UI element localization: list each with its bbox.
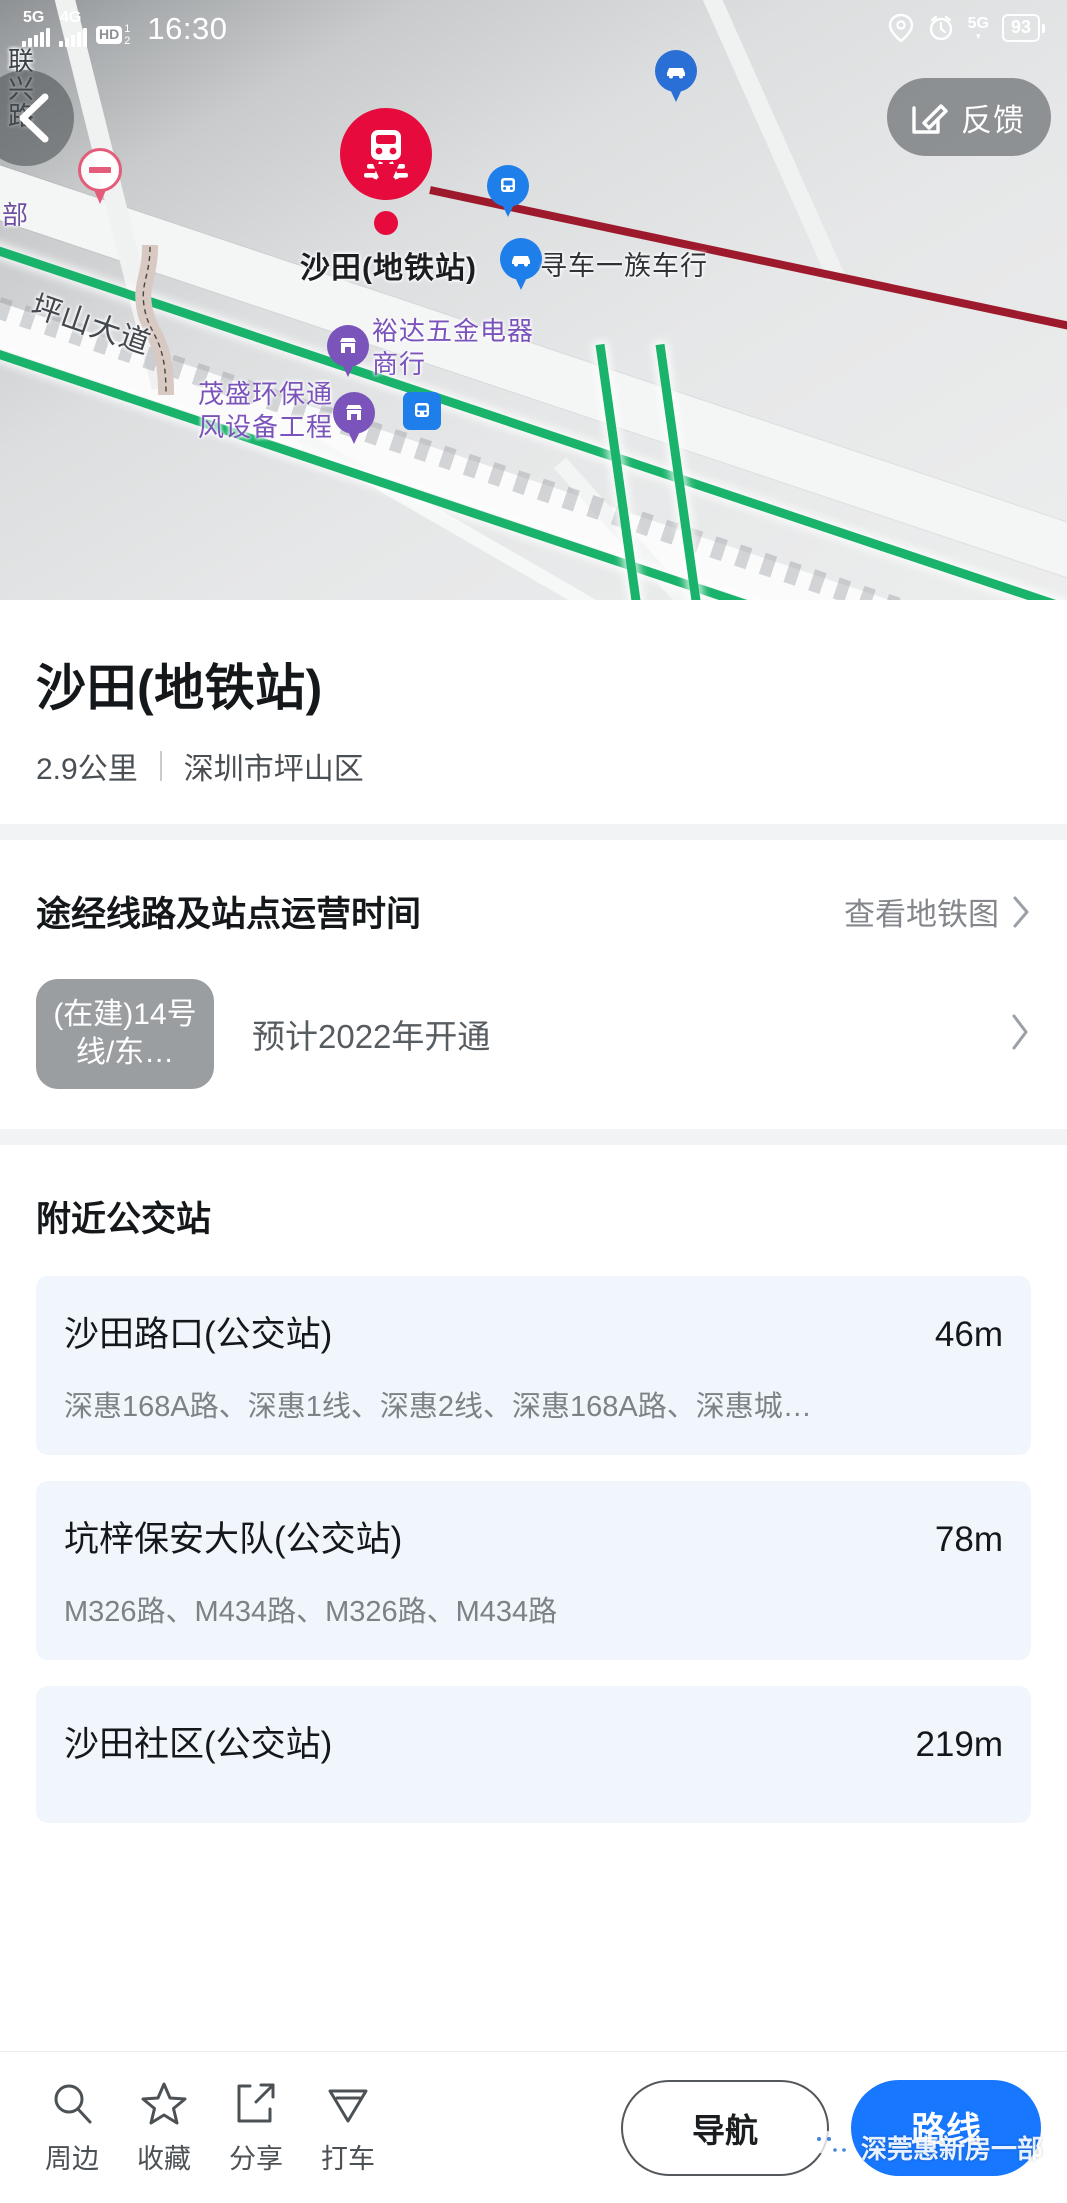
map-label-bike-shop: 寻车一族车行 — [540, 251, 708, 281]
signal-sim2-network: 4G — [60, 8, 82, 26]
data-network-label: 5G — [967, 14, 989, 32]
shop-pin-icon-hardware[interactable] — [327, 325, 369, 379]
battery-level: 93 — [1001, 14, 1040, 42]
map-label-fragment: 部 — [2, 200, 30, 230]
hd-badge: HD — [96, 26, 123, 44]
signal-sim1: 5G — [22, 8, 50, 47]
bus-station-name: 坑梓保安大队(公交站) — [64, 1520, 403, 1559]
bus-station-name: 沙田路口(公交站) — [64, 1315, 333, 1354]
view-metro-map-label: 查看地铁图 — [844, 897, 999, 932]
poi-distance: 2.9公里 — [36, 753, 138, 786]
star-icon — [141, 2082, 187, 2125]
lines-section-title: 途经线路及站点运营时间 — [36, 895, 422, 934]
chevron-left-icon — [19, 93, 49, 143]
section-divider-1 — [0, 824, 1067, 840]
bus-item-header: 沙田路口(公交站) 46m — [64, 1306, 1003, 1357]
bus-stop-square-icon[interactable] — [403, 392, 441, 430]
map-canvas[interactable]: 联兴路 部 坪山大道 沙田(地铁站) 寻车一族车行 裕达五金电器商行 茂盛环保通… — [0, 0, 1067, 600]
nearby-bus-list: 沙田路口(公交站) 46m 深惠168A路、深惠1线、深惠2线、深惠168A路、… — [36, 1242, 1031, 1823]
metro-line-status: 预计2022年开通 — [252, 1018, 491, 1055]
location-pin-icon — [888, 13, 913, 43]
nearby-bus-title: 附近公交站 — [36, 1200, 212, 1239]
lines-section-header: 途经线路及站点运营时间 查看地铁图 — [36, 840, 1031, 937]
signal-bars-icon-1 — [22, 27, 50, 47]
hd-sim2-number: 2 — [124, 34, 131, 47]
status-bar-right: 5G ▾ 93 — [888, 13, 1045, 43]
search-icon — [54, 2084, 92, 2124]
bottom-item-label: 打车 — [321, 2144, 375, 2174]
map-label-metro-station: 沙田(地铁站) — [300, 252, 477, 285]
bike-shop-pin-icon[interactable] — [500, 238, 542, 292]
section-divider-2 — [0, 1129, 1067, 1145]
route-button[interactable]: 路线 深莞惠新房一部 — [810, 2079, 1043, 2176]
chevron-right-icon — [1012, 1014, 1028, 1049]
bottom-item-nearby[interactable]: 周边 — [26, 2079, 118, 2176]
map-label-env-company: 茂盛环保通风设备工程 — [198, 379, 334, 442]
route-button-label: 路线 — [910, 2111, 981, 2150]
hd-sim-numbers: 1 2 — [124, 22, 131, 47]
list-item[interactable]: 沙田社区(公交站) 219m — [36, 1686, 1031, 1823]
bus-station-routes: 深惠168A路、深惠1线、深惠2线、深惠168A路、深惠城… — [64, 1391, 812, 1423]
bottom-action-bar: 周边 收藏 分享 打车 导航 路线 深莞惠新房一部 — [0, 2051, 1067, 2203]
shop-pin-icon-env[interactable] — [333, 392, 375, 446]
bottom-primary-actions: 导航 路线 深莞惠新房一部 — [621, 2079, 1043, 2176]
lines-section: 途经线路及站点运营时间 查看地铁图 (在建)14号线/东… 预计2022年开通 — [0, 840, 1067, 1129]
bottom-item-label: 分享 — [229, 2144, 283, 2174]
bus-station-routes: M326路、M434路、M326路、M434路 — [64, 1596, 558, 1628]
alarm-clock-icon — [929, 15, 952, 41]
data-arrows-icon: ▾ — [976, 30, 981, 41]
bus-stop-pin-icon[interactable] — [487, 165, 529, 219]
nearby-bus-section: 附近公交站 沙田路口(公交站) 46m 深惠168A路、深惠1线、深惠2线、深惠… — [0, 1145, 1067, 1823]
page-title: 沙田(地铁站) — [36, 660, 323, 716]
battery-indicator: 93 — [1001, 14, 1045, 42]
map-detail-screen: 联兴路 部 坪山大道 沙田(地铁站) 寻车一族车行 裕达五金电器商行 茂盛环保通… — [0, 0, 1067, 2203]
feedback-label: 反馈 — [961, 102, 1025, 138]
status-bar-left: 5G 4G HD 1 2 16:30 — [22, 8, 228, 47]
metro-line-row[interactable]: (在建)14号线/东… 预计2022年开通 — [36, 937, 1031, 1129]
bus-station-distance: 46m — [934, 1315, 1003, 1354]
subtitle-divider — [159, 751, 162, 781]
bottom-item-share[interactable]: 分享 — [210, 2079, 302, 2176]
detail-sheet: 沙田(地铁站) 2.9公里 深圳市坪山区 途经线路及站点运营时间 查看地铁图 (… — [0, 600, 1067, 2203]
car-service-pin-icon[interactable] — [655, 50, 697, 104]
battery-nub-icon — [1042, 23, 1045, 33]
bus-item-header: 坑梓保安大队(公交站) 78m — [64, 1511, 1003, 1562]
bus-item-header: 沙田社区(公交站) 219m — [64, 1716, 1003, 1767]
navigate-button[interactable]: 导航 — [621, 2079, 829, 2176]
poi-district: 深圳市坪山区 — [183, 753, 364, 786]
bottom-item-favorite[interactable]: 收藏 — [118, 2079, 210, 2176]
metro-station-pin-icon[interactable] — [340, 98, 432, 210]
chevron-right-icon — [1013, 896, 1029, 927]
bus-station-distance: 78m — [934, 1520, 1003, 1559]
bus-station-name: 沙田社区(公交站) — [64, 1725, 333, 1764]
bottom-item-label: 收藏 — [137, 2144, 191, 2174]
share-icon — [237, 2083, 275, 2123]
status-bar-clock: 16:30 — [147, 10, 228, 46]
view-metro-map-link[interactable]: 查看地铁图 — [844, 889, 1031, 934]
bottom-item-label: 周边 — [45, 2144, 99, 2174]
signal-sim1-network: 5G — [23, 8, 45, 26]
feedback-button[interactable]: 反馈 — [887, 78, 1051, 156]
metro-line-arrow — [1009, 1013, 1031, 1056]
hd-voice-icon: HD 1 2 — [96, 22, 131, 47]
metro-line-badge: (在建)14号线/东… — [36, 979, 214, 1089]
bottom-item-taxi[interactable]: 打车 — [302, 2079, 394, 2176]
list-item[interactable]: 沙田路口(公交站) 46m 深惠168A路、深惠1线、深惠2线、深惠168A路、… — [36, 1276, 1031, 1455]
status-bar: 5G 4G HD 1 2 16:30 5G ▾ 93 — [0, 0, 1067, 56]
poi-title-card: 沙田(地铁站) 2.9公里 深圳市坪山区 — [0, 600, 1067, 824]
data-network-indicator: 5G ▾ — [967, 14, 989, 41]
signal-bars-icon-2 — [59, 27, 87, 47]
map-label-hardware-shop: 裕达五金电器商行 — [372, 316, 535, 379]
metro-station-anchor-dot — [374, 211, 398, 235]
hd-sim1-number: 1 — [124, 22, 131, 35]
taxi-pin-icon — [328, 2089, 368, 2123]
signal-sim2: 4G — [59, 8, 87, 47]
back-button[interactable] — [0, 70, 74, 166]
edit-pencil-icon — [912, 104, 948, 134]
no-entry-pin-icon — [78, 148, 122, 204]
poi-subtitle: 2.9公里 深圳市坪山区 — [36, 744, 1031, 788]
bus-station-distance: 219m — [915, 1725, 1003, 1764]
list-item[interactable]: 坑梓保安大队(公交站) 78m M326路、M434路、M326路、M434路 — [36, 1481, 1031, 1660]
